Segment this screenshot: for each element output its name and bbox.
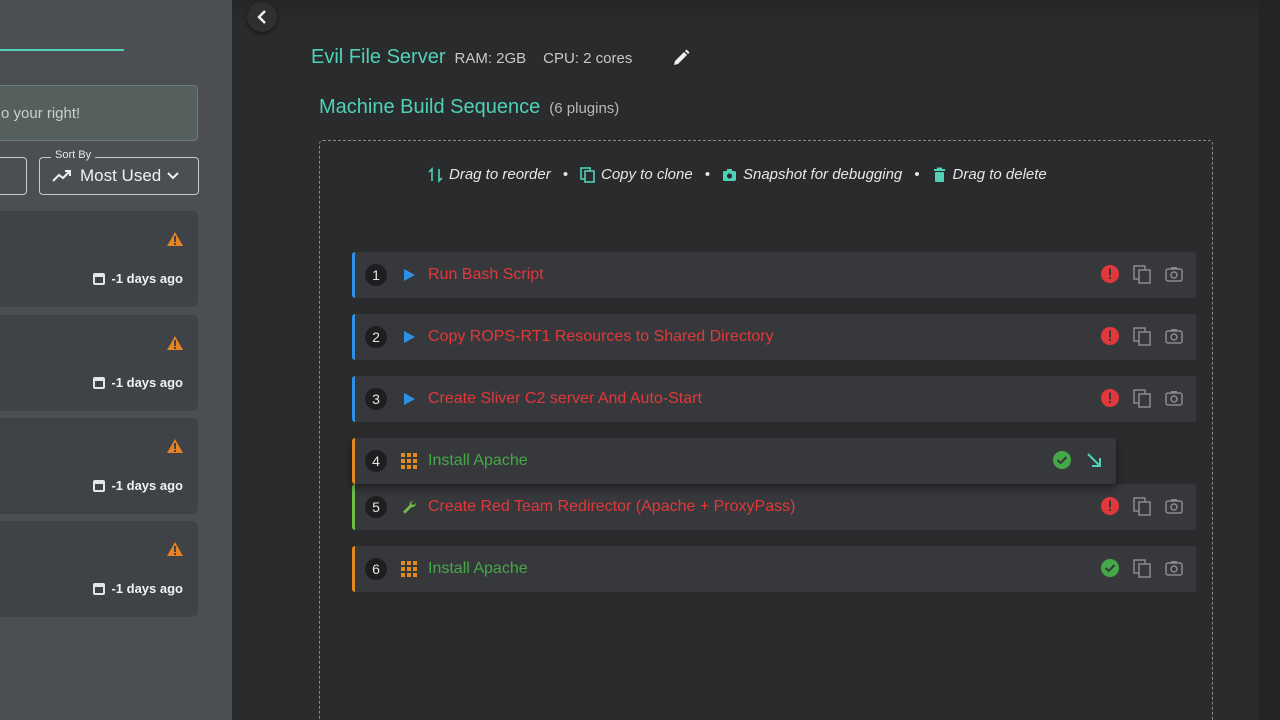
sequence-header: Machine Build Sequence (6 plugins) xyxy=(319,96,619,119)
plugin-index: 5 xyxy=(365,496,387,518)
calendar-icon xyxy=(93,272,106,285)
camera-icon[interactable] xyxy=(1164,326,1184,346)
plugin-row[interactable]: 3 Create Sliver C2 server And Auto-Start xyxy=(352,376,1196,422)
play-icon xyxy=(401,329,417,345)
plugin-index: 6 xyxy=(365,558,387,580)
grid-icon xyxy=(401,453,417,469)
machine-header: Evil File Server RAM: 2GB CPU: 2 cores xyxy=(311,46,640,69)
error-icon xyxy=(1101,389,1119,407)
plugin-index: 4 xyxy=(365,450,387,472)
card-timestamp: -1 days ago xyxy=(93,581,183,596)
cpu-spec: CPU: 2 cores xyxy=(543,50,633,67)
active-tab-indicator xyxy=(0,49,124,51)
plugin-name: Copy ROPS-RT1 Resources to Shared Direct… xyxy=(428,328,774,345)
plugin-row-dragging[interactable]: 4 Install Apache xyxy=(352,438,1116,484)
right-edge xyxy=(1259,0,1280,720)
drag-arrow-icon xyxy=(1087,453,1101,467)
plugin-card[interactable]: -1 days ago xyxy=(0,315,198,411)
plugin-card[interactable]: -1 days ago xyxy=(0,521,198,617)
plugin-index: 3 xyxy=(365,388,387,410)
machine-name: Evil File Server xyxy=(311,46,446,68)
check-circle-icon xyxy=(1101,559,1119,577)
left-panel: o your right! Most Used Sort By -1 days … xyxy=(0,0,232,720)
sort-label: Sort By xyxy=(51,149,96,161)
warning-icon xyxy=(167,542,183,556)
copy-icon xyxy=(580,166,595,183)
play-icon xyxy=(401,391,417,407)
calendar-icon xyxy=(93,582,106,595)
calendar-icon xyxy=(93,376,106,389)
calendar-icon xyxy=(93,479,106,492)
plugin-card[interactable]: -1 days ago xyxy=(0,418,198,514)
grid-icon xyxy=(401,561,417,577)
warning-icon xyxy=(167,336,183,350)
plugin-row[interactable]: 6 Install Apache xyxy=(352,546,1196,592)
plugin-row[interactable]: 5 Create Red Team Redirector (Apache + P… xyxy=(352,484,1196,530)
chevron-left-icon xyxy=(257,10,266,24)
copy-icon[interactable] xyxy=(1132,388,1152,408)
camera-icon[interactable] xyxy=(1164,558,1184,578)
plugin-card[interactable]: -1 days ago xyxy=(0,211,198,307)
play-icon xyxy=(401,267,417,283)
warning-icon xyxy=(167,439,183,453)
legend-reorder: Drag to reorder xyxy=(449,166,551,183)
sort-value: Most Used xyxy=(80,166,162,185)
plugin-name: Create Sliver C2 server And Auto-Start xyxy=(428,390,702,407)
trending-up-icon xyxy=(52,170,71,182)
copy-icon[interactable] xyxy=(1132,558,1152,578)
error-icon xyxy=(1101,497,1119,515)
warning-icon xyxy=(167,232,183,246)
card-timestamp: -1 days ago xyxy=(93,271,183,286)
camera-icon[interactable] xyxy=(1164,496,1184,516)
build-sequence-dropzone[interactable] xyxy=(319,140,1213,720)
card-timestamp: -1 days ago xyxy=(93,478,183,493)
sort-select[interactable]: Most Used xyxy=(39,157,199,195)
legend-delete: Drag to delete xyxy=(952,166,1047,183)
copy-icon[interactable] xyxy=(1132,496,1152,516)
camera-icon xyxy=(722,168,736,181)
swap-vertical-icon xyxy=(428,166,443,183)
legend-clone: Copy to clone xyxy=(600,166,693,183)
plugin-name: Install Apache xyxy=(428,452,528,469)
top-shadow xyxy=(232,0,1280,22)
trash-icon xyxy=(933,167,945,182)
plugin-index: 1 xyxy=(365,264,387,286)
hint-banner: o your right! xyxy=(0,85,198,141)
plugin-row[interactable]: 2 Copy ROPS-RT1 Resources to Shared Dire… xyxy=(352,314,1196,360)
error-icon xyxy=(1101,265,1119,283)
edit-icon[interactable] xyxy=(672,49,690,67)
plugin-name: Run Bash Script xyxy=(428,266,544,283)
legend-snapshot: Snapshot for debugging xyxy=(742,166,903,183)
card-timestamp: -1 days ago xyxy=(93,375,183,390)
search-input[interactable] xyxy=(0,157,27,195)
camera-icon[interactable] xyxy=(1164,264,1184,284)
plugin-row[interactable]: 1 Run Bash Script xyxy=(352,252,1196,298)
copy-icon[interactable] xyxy=(1132,264,1152,284)
wrench-icon xyxy=(401,499,417,515)
plugin-count: (6 plugins) xyxy=(549,100,620,117)
sequence-title: Machine Build Sequence xyxy=(319,96,541,118)
chevron-down-icon xyxy=(167,172,179,180)
copy-icon[interactable] xyxy=(1132,326,1152,346)
plugin-index: 2 xyxy=(365,326,387,348)
camera-icon[interactable] xyxy=(1164,388,1184,408)
check-circle-icon xyxy=(1053,451,1071,469)
sequence-legend: Drag to reorder • Copy to clone • Snapsh… xyxy=(428,166,1047,183)
collapse-panel-button[interactable] xyxy=(247,2,277,32)
plugin-name: Install Apache xyxy=(428,560,528,577)
error-icon xyxy=(1101,327,1119,345)
ram-spec: RAM: 2GB xyxy=(454,50,527,67)
plugin-name: Create Red Team Redirector (Apache + Pro… xyxy=(428,498,796,515)
